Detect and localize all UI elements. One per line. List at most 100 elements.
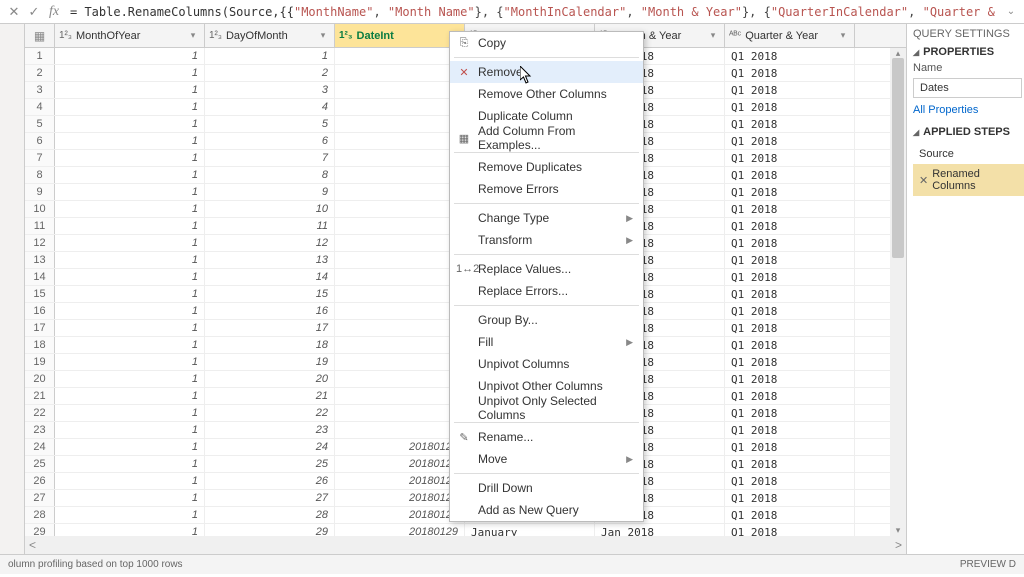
cell-dateint[interactable] (335, 116, 465, 132)
cell-dateint[interactable] (335, 65, 465, 81)
cell-monthofyear[interactable]: 1 (55, 490, 205, 506)
cell-monthofyear[interactable]: 1 (55, 337, 205, 353)
cell-dayofmonth[interactable]: 27 (205, 490, 335, 506)
cell-dateint[interactable] (335, 405, 465, 421)
cell-quarteryear[interactable]: Q1 2018 (725, 405, 855, 421)
cell-dayofmonth[interactable]: 18 (205, 337, 335, 353)
menu-group-by[interactable]: Group By... (450, 309, 643, 331)
cell-monthofyear[interactable]: 1 (55, 218, 205, 234)
expand-formula-icon[interactable]: ⌄ (1002, 6, 1020, 17)
cell-monthofyear[interactable]: 1 (55, 507, 205, 523)
cell-dayofmonth[interactable]: 8 (205, 167, 335, 183)
cell-quarteryear[interactable]: Q1 2018 (725, 150, 855, 166)
cell-quarteryear[interactable]: Q1 2018 (725, 456, 855, 472)
cell-dateint[interactable]: 20180124 (335, 439, 465, 455)
menu-remove-other-columns[interactable]: Remove Other Columns (450, 83, 643, 105)
cell-quarteryear[interactable]: Q1 2018 (725, 133, 855, 149)
cell-quarteryear[interactable]: Q1 2018 (725, 524, 855, 536)
cell-dateint[interactable] (335, 320, 465, 336)
cell-monthofyear[interactable]: 1 (55, 422, 205, 438)
cell-monthofyear[interactable]: 1 (55, 439, 205, 455)
cell-quarteryear[interactable]: Q1 2018 (725, 422, 855, 438)
cell-dateint[interactable] (335, 252, 465, 268)
all-properties-link[interactable]: All Properties (913, 104, 1024, 116)
cell-dayofmonth[interactable]: 7 (205, 150, 335, 166)
cell-dayofmonth[interactable]: 14 (205, 269, 335, 285)
filter-icon[interactable]: ▾ (706, 29, 720, 43)
cell-quarteryear[interactable]: Q1 2018 (725, 388, 855, 404)
cell-dayofmonth[interactable]: 5 (205, 116, 335, 132)
cell-monthofyear[interactable]: 1 (55, 388, 205, 404)
cell-monthname[interactable]: January (465, 524, 595, 536)
cell-dateint[interactable] (335, 286, 465, 302)
cell-monthofyear[interactable]: 1 (55, 235, 205, 251)
cell-dateint[interactable] (335, 150, 465, 166)
cell-monthofyear[interactable]: 1 (55, 184, 205, 200)
cell-dateint[interactable] (335, 82, 465, 98)
cell-monthofyear[interactable]: 1 (55, 354, 205, 370)
cell-quarteryear[interactable]: Q1 2018 (725, 269, 855, 285)
cell-dateint[interactable] (335, 133, 465, 149)
menu-replace-errors[interactable]: Replace Errors... (450, 280, 643, 302)
cell-dayofmonth[interactable]: 12 (205, 235, 335, 251)
commit-icon[interactable]: ✓ (24, 2, 44, 22)
cell-monthofyear[interactable]: 1 (55, 320, 205, 336)
cell-dayofmonth[interactable]: 4 (205, 99, 335, 115)
menu-move[interactable]: Move▶ (450, 448, 643, 470)
menu-add-as-new-query[interactable]: Add as New Query (450, 499, 643, 521)
cell-dayofmonth[interactable]: 28 (205, 507, 335, 523)
cell-quarteryear[interactable]: Q1 2018 (725, 201, 855, 217)
cell-quarteryear[interactable]: Q1 2018 (725, 65, 855, 81)
cell-quarteryear[interactable]: Q1 2018 (725, 82, 855, 98)
cell-dateint[interactable]: 20180126 (335, 473, 465, 489)
step-source[interactable]: Source (913, 144, 1024, 164)
cell-quarteryear[interactable]: Q1 2018 (725, 235, 855, 251)
cell-quarteryear[interactable]: Q1 2018 (725, 507, 855, 523)
cell-dayofmonth[interactable]: 24 (205, 439, 335, 455)
filter-icon[interactable]: ▾ (186, 29, 200, 43)
cell-dateint[interactable] (335, 167, 465, 183)
cell-dateint[interactable] (335, 371, 465, 387)
cell-dayofmonth[interactable]: 10 (205, 201, 335, 217)
menu-fill[interactable]: Fill▶ (450, 331, 643, 353)
table-icon[interactable]: ▦ (25, 24, 55, 47)
scroll-right-icon[interactable]: > (895, 538, 902, 552)
menu-replace-values[interactable]: 1↔2 Replace Values... (450, 258, 643, 280)
formula-text[interactable]: = Table.RenameColumns(Source,{{"MonthNam… (64, 5, 1002, 19)
cell-monthofyear[interactable]: 1 (55, 473, 205, 489)
cell-dayofmonth[interactable]: 9 (205, 184, 335, 200)
cell-monthofyear[interactable]: 1 (55, 133, 205, 149)
step-renamed-columns[interactable]: ✕ Renamed Columns (913, 164, 1024, 196)
cell-monthofyear[interactable]: 1 (55, 150, 205, 166)
cell-monthofyear[interactable]: 1 (55, 303, 205, 319)
scroll-down-icon[interactable]: ▾ (890, 525, 906, 536)
cell-dateint[interactable]: 20180129 (335, 524, 465, 536)
cell-dayofmonth[interactable]: 11 (205, 218, 335, 234)
filter-icon[interactable]: ▾ (836, 29, 850, 43)
menu-remove[interactable]: ✕ Remove (450, 61, 643, 83)
cell-dayofmonth[interactable]: 16 (205, 303, 335, 319)
column-header-dayofmonth[interactable]: 1²₃ DayOfMonth ▾ (205, 24, 335, 47)
cell-dayofmonth[interactable]: 22 (205, 405, 335, 421)
cell-dateint[interactable]: 20180125 (335, 456, 465, 472)
cell-quarteryear[interactable]: Q1 2018 (725, 439, 855, 455)
table-row[interactable]: 2912920180129JanuaryJan 2018Q1 2018 (25, 524, 906, 536)
applied-steps-heading[interactable]: APPLIED STEPS (913, 124, 1024, 140)
cell-quarteryear[interactable]: Q1 2018 (725, 252, 855, 268)
cell-monthyear[interactable]: Jan 2018 (595, 524, 725, 536)
cancel-icon[interactable]: ✕ (4, 2, 24, 22)
cell-quarteryear[interactable]: Q1 2018 (725, 116, 855, 132)
cell-dateint[interactable] (335, 422, 465, 438)
cell-dayofmonth[interactable]: 29 (205, 524, 335, 536)
cell-quarteryear[interactable]: Q1 2018 (725, 303, 855, 319)
cell-quarteryear[interactable]: Q1 2018 (725, 473, 855, 489)
cell-dateint[interactable]: 20180127 (335, 490, 465, 506)
scroll-left-icon[interactable]: < (29, 538, 36, 552)
cell-dateint[interactable] (335, 201, 465, 217)
cell-monthofyear[interactable]: 1 (55, 405, 205, 421)
cell-quarteryear[interactable]: Q1 2018 (725, 167, 855, 183)
cell-dayofmonth[interactable]: 23 (205, 422, 335, 438)
cell-quarteryear[interactable]: Q1 2018 (725, 490, 855, 506)
cell-dayofmonth[interactable]: 25 (205, 456, 335, 472)
cell-dayofmonth[interactable]: 3 (205, 82, 335, 98)
